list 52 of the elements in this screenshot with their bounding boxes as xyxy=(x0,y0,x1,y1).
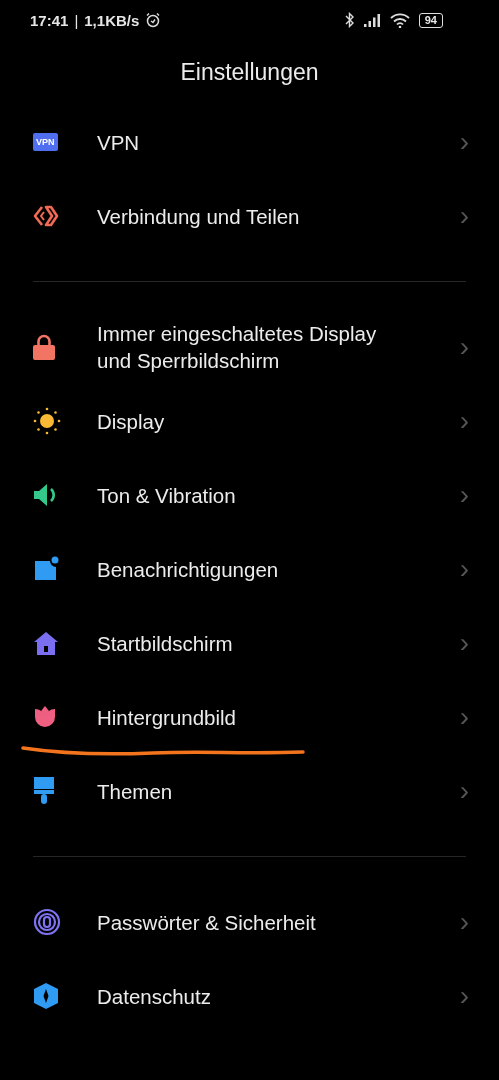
clock: 17:41 xyxy=(30,11,69,29)
chevron-icon: › xyxy=(459,982,469,1010)
item-label: Immer eingeschaltetes Display und Sperrbildschirm xyxy=(97,321,378,374)
item-label: Benachrichtigungen xyxy=(97,556,280,583)
alarm-icon xyxy=(145,12,162,28)
settings-item[interactable]: Themen › xyxy=(0,754,499,828)
home-icon xyxy=(33,631,59,655)
chevron-icon: › xyxy=(459,629,469,657)
page-title: Einstellungen xyxy=(180,59,319,86)
settings-item[interactable]: Ton & Vibration › xyxy=(0,458,499,532)
battery-indicator: 94 xyxy=(418,12,443,28)
lock-icon xyxy=(33,334,55,360)
settings-item[interactable]: Hintergrundbild › xyxy=(0,680,499,754)
item-label: Themen xyxy=(97,778,174,805)
item-label: Verbindung und Teilen xyxy=(97,203,301,230)
chevron-icon: › xyxy=(459,777,469,805)
settings-item[interactable]: Passwörter & Sicherheit › xyxy=(0,885,499,959)
settings-item[interactable]: Verbindung und Teilen › xyxy=(0,179,499,253)
vpn-icon: VPN xyxy=(33,133,58,151)
item-label: Passwörter & Sicherheit xyxy=(97,909,317,936)
settings-item[interactable]: Display › xyxy=(0,384,499,458)
chevron-icon: › xyxy=(459,555,469,583)
settings-item[interactable]: VPN VPN › xyxy=(0,105,499,179)
chevron-icon: › xyxy=(459,908,469,936)
status-separator: | xyxy=(74,11,79,29)
settings-item[interactable]: Datenschutz › xyxy=(0,959,499,1033)
item-label: Display xyxy=(97,408,166,435)
chevron-icon: › xyxy=(459,202,469,230)
share-icon xyxy=(33,204,59,228)
item-label: Startbildschirm xyxy=(97,630,234,657)
item-label: Ton & Vibration xyxy=(97,482,237,509)
item-label: Hintergrundbild xyxy=(97,704,238,731)
bluetooth-icon xyxy=(344,12,355,28)
sun-icon xyxy=(33,407,61,435)
chevron-icon: › xyxy=(459,128,469,156)
chevron-icon: › xyxy=(459,703,469,731)
item-label: Datenschutz xyxy=(97,983,212,1010)
chevron-icon: › xyxy=(459,481,469,509)
settings-item[interactable]: Benachrichtigungen › xyxy=(0,532,499,606)
settings-item[interactable]: Immer eingeschaltetes Display und Sperrbildschirm › xyxy=(0,310,499,384)
fingerprint-icon xyxy=(33,908,61,936)
paintbrush-icon xyxy=(33,777,55,805)
settings-item[interactable]: Startbildschirm › xyxy=(0,606,499,680)
chevron-icon: › xyxy=(459,407,469,435)
signal-icon xyxy=(363,13,381,27)
tulip-icon xyxy=(33,705,57,729)
network-speed: 1,1KB/s xyxy=(84,11,140,29)
item-label: VPN xyxy=(97,129,141,156)
wifi-icon xyxy=(389,12,410,28)
privacy-icon xyxy=(33,982,59,1010)
notification-icon xyxy=(33,556,59,582)
chevron-icon: › xyxy=(459,333,469,361)
